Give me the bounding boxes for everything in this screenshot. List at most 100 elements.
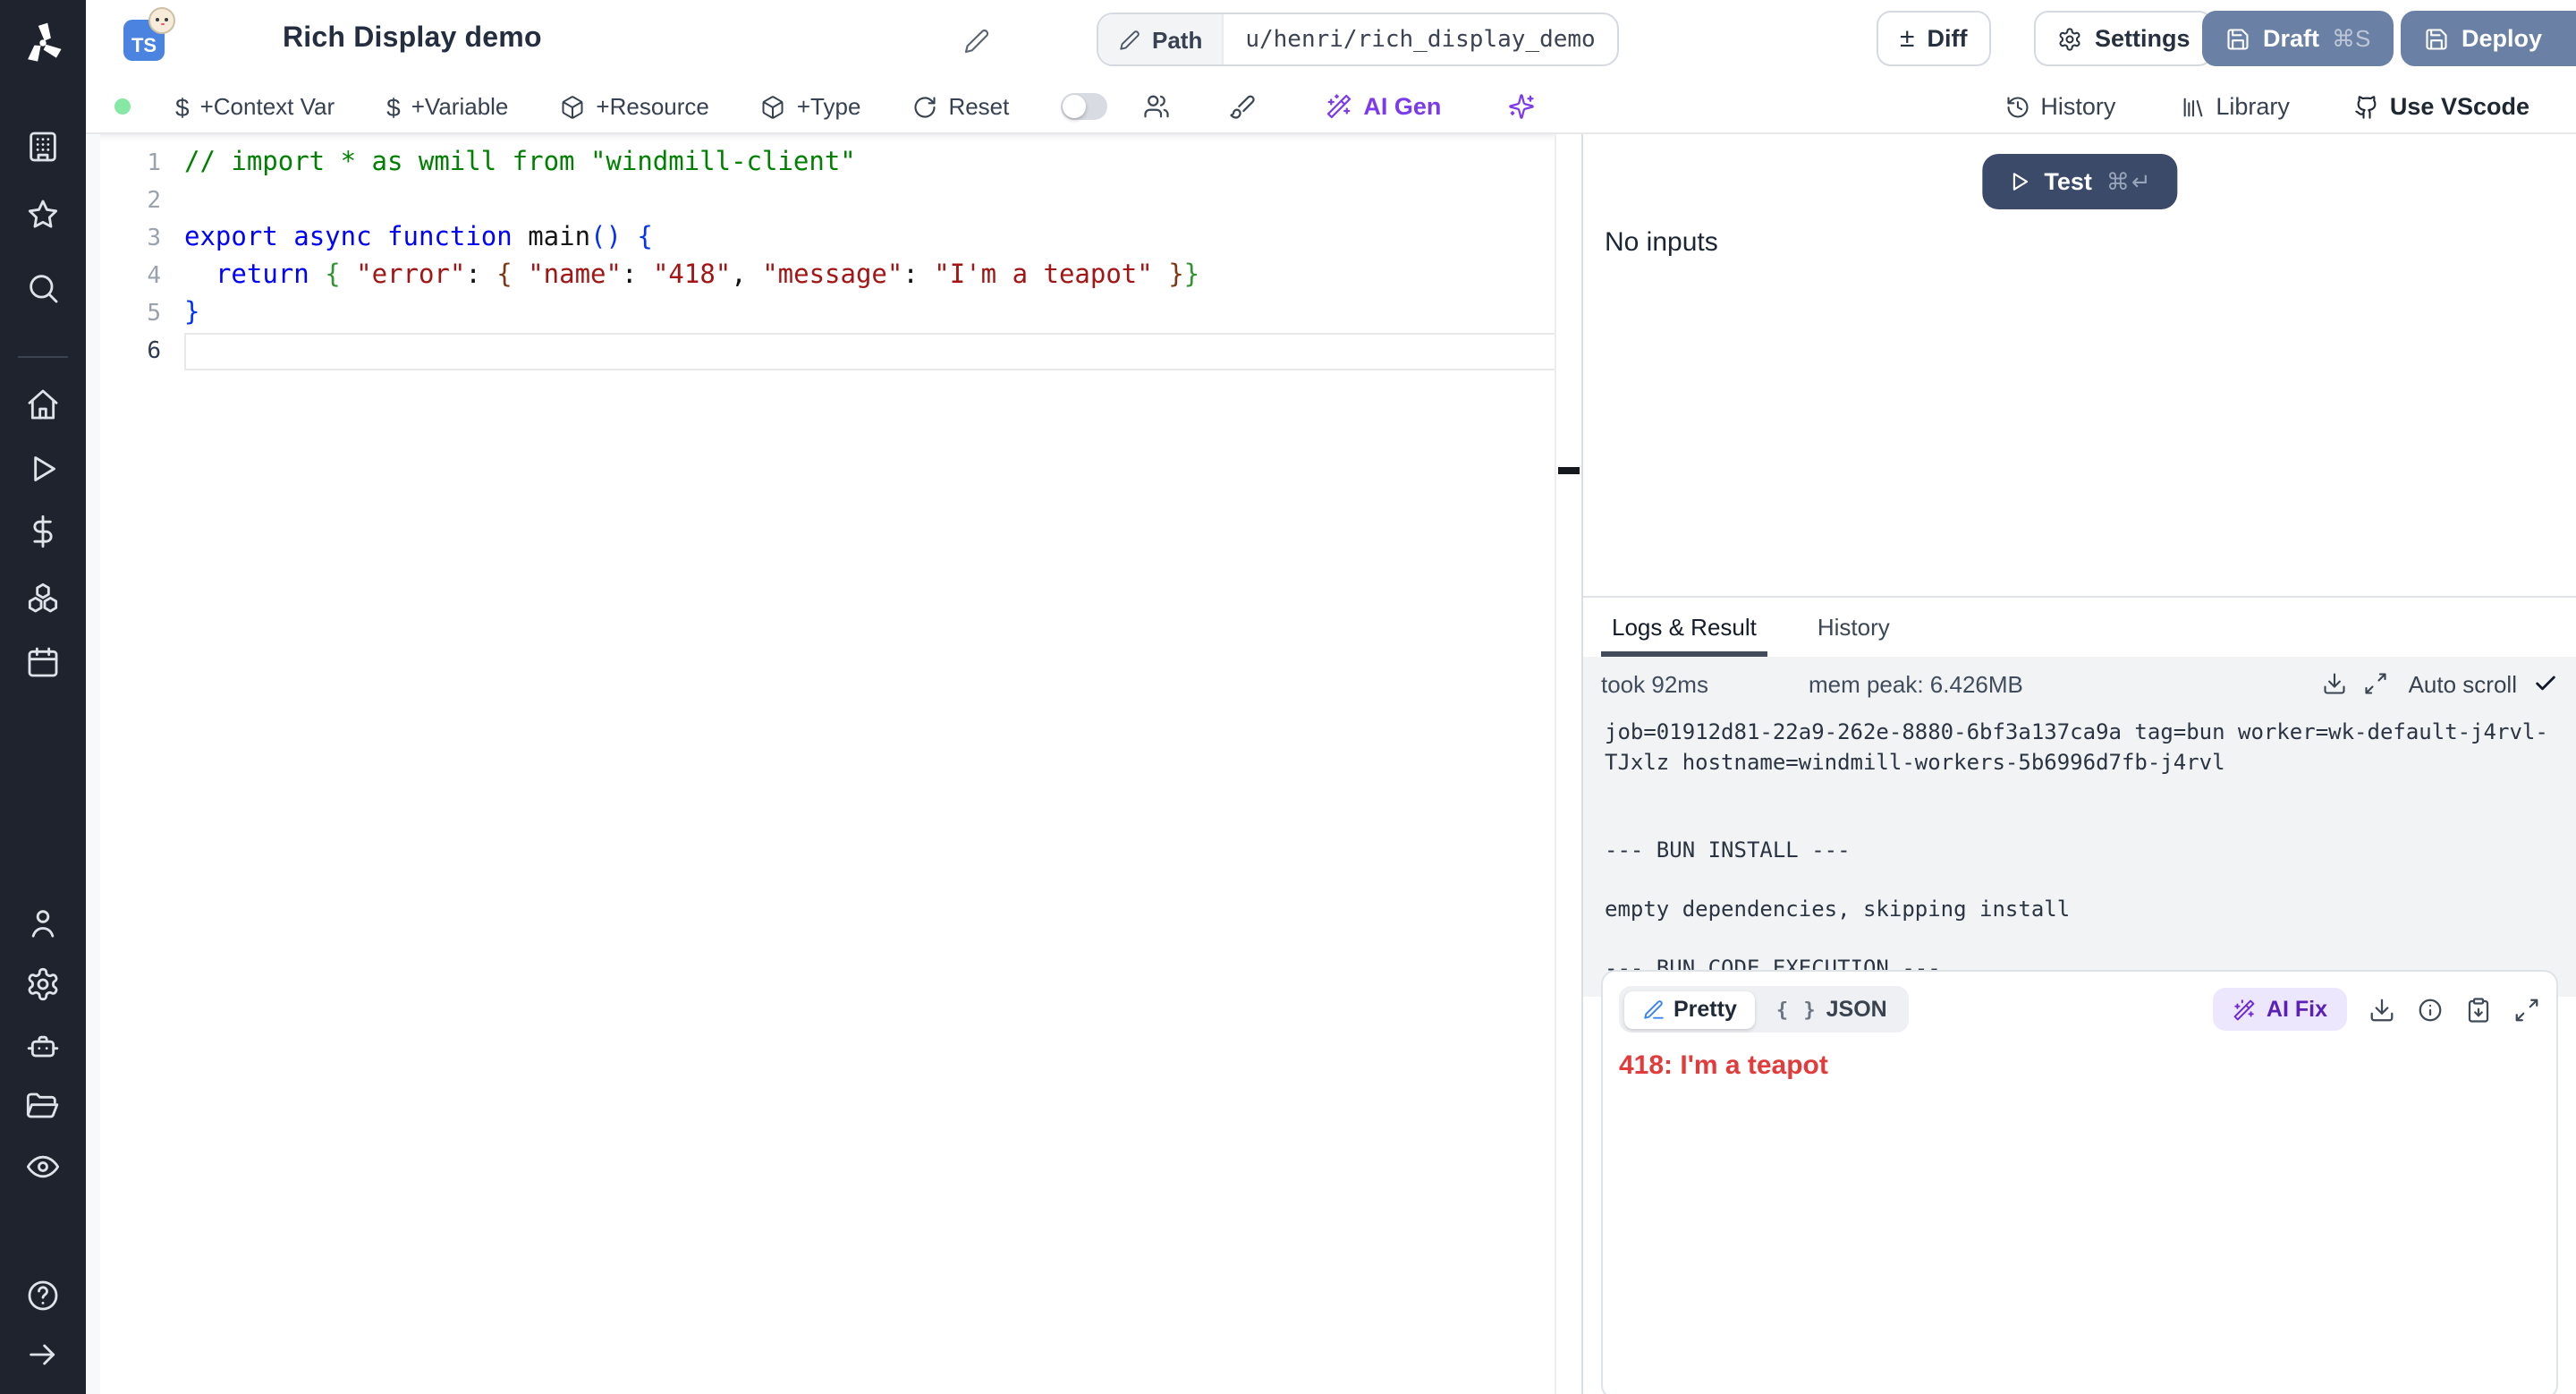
result-card: Pretty { } JSON AI Fix bbox=[1601, 970, 2558, 1394]
use-vscode-button[interactable]: Use VScode bbox=[2354, 93, 2529, 120]
magic-wand-icon bbox=[1326, 93, 1352, 120]
status-dot bbox=[114, 98, 131, 115]
add-variable-button[interactable]: $ +Variable bbox=[386, 92, 508, 121]
editor-scrollbar[interactable] bbox=[1555, 134, 1581, 1394]
folder-icon[interactable] bbox=[25, 1090, 61, 1126]
user-icon[interactable] bbox=[25, 905, 61, 941]
tab-history[interactable]: History bbox=[1818, 598, 1890, 657]
sidebar bbox=[0, 0, 86, 1394]
job-log-text: job=01912d81-22a9-262e-8880-6bf3a137ca9a… bbox=[1583, 710, 2576, 990]
code-line-4[interactable]: 4 return { "error": { "name": "418", "me… bbox=[86, 258, 1556, 295]
expand-result-icon[interactable] bbox=[2513, 996, 2540, 1023]
code-text[interactable]: return { "error": { "name": "418", "mess… bbox=[184, 258, 1556, 295]
logs-section: Logs & Result History took 92ms mem peak… bbox=[1583, 596, 2576, 1394]
test-shortcut: ⌘↵ bbox=[2106, 167, 2153, 196]
add-type-button[interactable]: +Type bbox=[761, 93, 861, 120]
duration-label: took 92ms bbox=[1601, 670, 1708, 697]
ai-gen-button[interactable]: AI Gen bbox=[1315, 91, 1452, 122]
download-logs-icon[interactable] bbox=[2323, 671, 2348, 696]
code-text[interactable]: } bbox=[184, 295, 1556, 333]
draft-shortcut: ⌘S bbox=[2332, 24, 2370, 53]
cubes-icon[interactable] bbox=[25, 580, 61, 616]
ai-fix-button[interactable]: AI Fix bbox=[2213, 988, 2347, 1031]
code-line-6[interactable]: 6 bbox=[86, 333, 1556, 370]
line-number: 4 bbox=[86, 258, 184, 295]
line-number: 3 bbox=[86, 220, 184, 258]
robot-icon[interactable] bbox=[25, 1029, 61, 1065]
dollar-icon[interactable] bbox=[25, 514, 61, 549]
library-button[interactable]: Library bbox=[2180, 93, 2290, 120]
add-context-var-button[interactable]: $ +Context Var bbox=[175, 92, 335, 121]
package-icon bbox=[761, 94, 786, 119]
edit-summary-pencil-icon[interactable] bbox=[959, 23, 995, 64]
dollar-icon: $ bbox=[175, 92, 190, 121]
pretty-view-button[interactable]: Pretty bbox=[1623, 990, 1755, 1028]
pen-icon bbox=[1641, 998, 1665, 1021]
code-line-2[interactable]: 2 bbox=[86, 183, 1556, 220]
settings-button[interactable]: Settings bbox=[2034, 11, 2214, 66]
diff-button[interactable]: ± Diff bbox=[1877, 11, 1990, 66]
search-icon[interactable] bbox=[25, 270, 61, 306]
error-result-text: 418: I'm a teapot bbox=[1619, 1050, 2540, 1081]
sidebar-divider bbox=[18, 356, 68, 358]
sparkles-icon[interactable] bbox=[1507, 93, 1534, 120]
line-number: 2 bbox=[86, 183, 184, 220]
path-field[interactable]: Path u/henri/rich_display_demo bbox=[1097, 13, 1619, 66]
code-area[interactable]: 1// import * as wmill from "windmill-cli… bbox=[86, 134, 1556, 1394]
copy-clipboard-icon[interactable] bbox=[2465, 996, 2492, 1023]
reset-button[interactable]: Reset bbox=[912, 93, 1009, 120]
arrow-right-icon[interactable] bbox=[25, 1337, 61, 1373]
help-icon[interactable] bbox=[25, 1278, 61, 1313]
code-text[interactable] bbox=[184, 183, 1556, 220]
code-editor[interactable]: 1// import * as wmill from "windmill-cli… bbox=[86, 134, 1581, 1394]
play-icon[interactable] bbox=[25, 451, 61, 487]
expand-logs-icon[interactable] bbox=[2364, 671, 2389, 696]
line-number: 1 bbox=[86, 145, 184, 183]
eye-icon[interactable] bbox=[25, 1149, 61, 1185]
plus-minus-icon: ± bbox=[1900, 23, 1914, 54]
deploy-main[interactable]: Deploy bbox=[2402, 25, 2563, 52]
mem-peak-label: mem peak: 6.426MB bbox=[1809, 670, 2023, 697]
star-icon[interactable] bbox=[25, 197, 61, 233]
page-title: Rich Display demo bbox=[283, 23, 542, 55]
multiplayer-users-icon[interactable] bbox=[1143, 93, 1170, 120]
code-text[interactable]: // import * as wmill from "windmill-clie… bbox=[184, 145, 1556, 183]
check-icon bbox=[2533, 671, 2558, 696]
toolbar-right-group: History Library Use VScode bbox=[1940, 93, 2529, 120]
package-icon bbox=[560, 94, 585, 119]
library-icon bbox=[2180, 94, 2205, 119]
home-icon[interactable] bbox=[25, 387, 61, 422]
draft-button[interactable]: Draft ⌘S bbox=[2202, 11, 2394, 66]
windmill-script-editor: TS Rich Display demo Path u/henri/rich_d… bbox=[0, 0, 2576, 1394]
result-tabs: Logs & Result History bbox=[1583, 598, 2576, 657]
magic-wand-icon bbox=[2233, 998, 2256, 1021]
download-result-icon[interactable] bbox=[2368, 996, 2395, 1023]
info-icon[interactable] bbox=[2417, 996, 2444, 1023]
json-view-button[interactable]: { } JSON bbox=[1758, 990, 1905, 1028]
path-label[interactable]: Path bbox=[1098, 14, 1224, 64]
settings-icon[interactable] bbox=[25, 966, 61, 1002]
code-text[interactable] bbox=[184, 333, 1556, 370]
code-line-1[interactable]: 1// import * as wmill from "windmill-cli… bbox=[86, 145, 1556, 183]
history-button[interactable]: History bbox=[2004, 93, 2115, 120]
building-icon[interactable] bbox=[25, 129, 61, 165]
save-icon bbox=[2225, 26, 2250, 51]
code-line-5[interactable]: 5} bbox=[86, 295, 1556, 333]
calendar-icon[interactable] bbox=[25, 644, 61, 680]
windmill-logo-icon[interactable] bbox=[20, 20, 66, 66]
gear-icon bbox=[2057, 26, 2082, 51]
deploy-button[interactable]: Deploy bbox=[2401, 11, 2576, 66]
add-resource-button[interactable]: +Resource bbox=[560, 93, 708, 120]
header: TS Rich Display demo Path u/henri/rich_d… bbox=[86, 0, 2576, 81]
play-icon bbox=[2006, 170, 2029, 193]
auto-scroll-label[interactable]: Auto scroll bbox=[2409, 670, 2517, 697]
code-text[interactable]: export async function main() { bbox=[184, 220, 1556, 258]
format-brush-icon[interactable] bbox=[1229, 93, 1256, 120]
test-button[interactable]: Test ⌘↵ bbox=[1981, 154, 2177, 209]
no-inputs-label: No inputs bbox=[1605, 227, 1718, 258]
history-clock-icon bbox=[2004, 94, 2029, 119]
dollar-icon: $ bbox=[386, 92, 401, 121]
diff-mode-toggle[interactable] bbox=[1061, 93, 1107, 120]
code-line-3[interactable]: 3export async function main() { bbox=[86, 220, 1556, 258]
tab-logs-result[interactable]: Logs & Result bbox=[1612, 598, 1757, 657]
